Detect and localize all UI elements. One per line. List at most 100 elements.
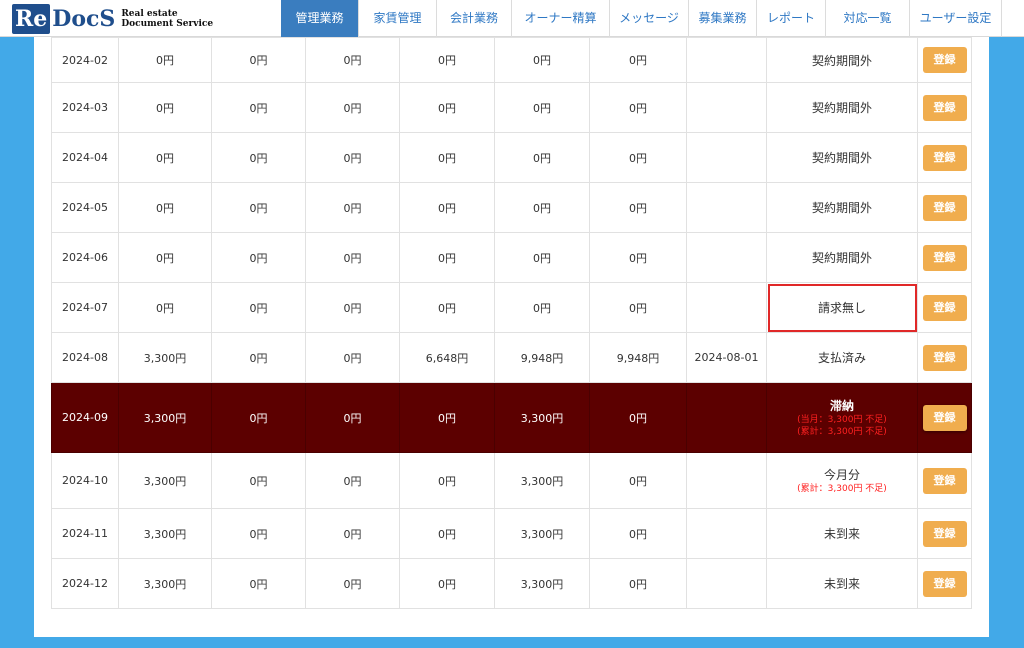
amount-cell: 0円 — [211, 232, 306, 283]
status-cell: 滞納 (当月：3,300円 不足) (累計：3,300円 不足) — [766, 382, 918, 453]
register-button[interactable]: 登録 — [922, 244, 967, 271]
payment-date-cell — [686, 82, 767, 133]
payment-date-cell — [686, 558, 767, 609]
table-row: 2024-06 0円 0円 0円 0円 0円 0円 契約期間外 登録 — [51, 232, 972, 283]
amount-cell: 0円 — [305, 508, 400, 559]
amount-cell: 0円 — [589, 82, 687, 133]
amount-cell: 0円 — [305, 332, 400, 383]
main-nav: 管理業務 家賃管理 会計業務 オーナー精算 メッセージ 募集業務 レポート 対応… — [281, 0, 1002, 37]
amount-cell: 0円 — [305, 282, 400, 333]
table-row: 2024-11 3,300円 0円 0円 0円 3,300円 0円 未到来 登録 — [51, 508, 972, 559]
month-cell: 2024-12 — [51, 558, 119, 609]
amount-cell: 0円 — [399, 132, 495, 183]
shortage-note: (累計：3,300円 不足) — [797, 427, 887, 437]
nav-recruitment[interactable]: 募集業務 — [689, 0, 757, 37]
month-cell: 2024-07 — [51, 282, 119, 333]
table-row: 2024-02 0円 0円 0円 0円 0円 0円 契約期間外 登録 — [51, 37, 972, 83]
nav-rent[interactable]: 家賃管理 — [359, 0, 437, 37]
logo-tagline-line2: Document Service — [121, 19, 214, 29]
payment-date-cell — [686, 37, 767, 83]
shortage-note: (累計：3,300円 不足) — [797, 484, 887, 494]
status-cell: 未到来 — [766, 508, 918, 559]
amount-cell: 0円 — [305, 452, 400, 509]
register-button[interactable]: 登録 — [922, 570, 967, 597]
amount-cell: 0円 — [399, 82, 495, 133]
amount-cell: 0円 — [589, 132, 687, 183]
amount-cell: 0円 — [211, 132, 306, 183]
nav-messages[interactable]: メッセージ — [610, 0, 689, 37]
logo-tagline: Real estate Document Service — [121, 9, 213, 29]
amount-cell: 3,300円 — [118, 332, 212, 383]
content-panel: 2024-02 0円 0円 0円 0円 0円 0円 契約期間外 登録 2024-… — [34, 37, 989, 637]
register-button[interactable]: 登録 — [922, 194, 967, 221]
amount-cell: 0円 — [118, 232, 212, 283]
amount-cell: 0円 — [589, 232, 687, 283]
month-cell: 2024-05 — [51, 182, 119, 233]
status-cell: 契約期間外 — [766, 82, 918, 133]
amount-cell: 9,948円 — [494, 332, 590, 383]
amount-cell: 0円 — [399, 382, 495, 453]
amount-cell: 0円 — [305, 132, 400, 183]
amount-cell: 0円 — [305, 232, 400, 283]
action-cell: 登録 — [917, 382, 972, 453]
amount-cell: 6,648円 — [399, 332, 495, 383]
register-button[interactable]: 登録 — [922, 467, 967, 494]
status-text: 滞納 — [829, 399, 854, 413]
amount-cell: 3,300円 — [494, 558, 590, 609]
status-cell: 契約期間外 — [766, 132, 918, 183]
nav-user-settings[interactable]: ユーザー設定 — [910, 0, 1002, 37]
action-cell: 登録 — [917, 232, 972, 283]
amount-cell: 0円 — [305, 182, 400, 233]
register-button[interactable]: 登録 — [922, 94, 967, 121]
table-row: 2024-04 0円 0円 0円 0円 0円 0円 契約期間外 登録 — [51, 132, 972, 183]
amount-cell: 3,300円 — [494, 508, 590, 559]
payment-date-cell — [686, 182, 767, 233]
register-button[interactable]: 登録 — [922, 404, 967, 431]
action-cell: 登録 — [917, 282, 972, 333]
payment-date-cell — [686, 132, 767, 183]
amount-cell: 3,300円 — [118, 558, 212, 609]
status-text: 請求無し — [817, 301, 866, 315]
register-button[interactable]: 登録 — [922, 294, 967, 321]
register-button[interactable]: 登録 — [922, 520, 967, 547]
table-row: 2024-07 0円 0円 0円 0円 0円 0円 請求無し 登録 — [51, 282, 972, 333]
nav-owner-settlement[interactable]: オーナー精算 — [512, 0, 610, 37]
register-button[interactable]: 登録 — [922, 344, 967, 371]
register-button[interactable]: 登録 — [922, 47, 967, 73]
payment-date-cell — [686, 232, 767, 283]
amount-cell: 0円 — [211, 332, 306, 383]
table-row: 2024-08 3,300円 0円 0円 6,648円 9,948円 9,948… — [51, 332, 972, 383]
amount-cell: 0円 — [399, 37, 495, 83]
nav-accounting[interactable]: 会計業務 — [437, 0, 512, 37]
amount-cell: 0円 — [494, 132, 590, 183]
amount-cell: 0円 — [118, 37, 212, 83]
action-cell: 登録 — [917, 332, 972, 383]
month-cell: 2024-04 — [51, 132, 119, 183]
amount-cell: 0円 — [211, 282, 306, 333]
action-cell: 登録 — [917, 132, 972, 183]
amount-cell: 0円 — [494, 232, 590, 283]
table-row: 2024-10 3,300円 0円 0円 0円 3,300円 0円 今月分 (累… — [51, 452, 972, 509]
amount-cell: 0円 — [305, 82, 400, 133]
status-cell: 契約期間外 — [766, 37, 918, 83]
amount-cell: 0円 — [399, 182, 495, 233]
amount-cell: 0円 — [589, 558, 687, 609]
nav-management[interactable]: 管理業務 — [281, 0, 359, 37]
amount-cell: 0円 — [305, 382, 400, 453]
status-text: 未到来 — [823, 527, 860, 541]
amount-cell: 0円 — [118, 282, 212, 333]
amount-cell: 0円 — [494, 182, 590, 233]
shortage-note: (当月：3,300円 不足) — [797, 415, 887, 425]
action-cell: 登録 — [917, 558, 972, 609]
status-text: 未到来 — [823, 577, 860, 591]
amount-cell: 0円 — [118, 82, 212, 133]
amount-cell: 0円 — [589, 182, 687, 233]
register-button[interactable]: 登録 — [922, 144, 967, 171]
status-text: 契約期間外 — [811, 151, 872, 165]
amount-cell: 0円 — [589, 508, 687, 559]
redocs-logo[interactable]: Re DocS Real estate Document Service — [12, 3, 213, 35]
nav-correspondence[interactable]: 対応一覧 — [826, 0, 910, 37]
nav-reports[interactable]: レポート — [757, 0, 826, 37]
amount-cell: 0円 — [305, 558, 400, 609]
month-cell: 2024-08 — [51, 332, 119, 383]
